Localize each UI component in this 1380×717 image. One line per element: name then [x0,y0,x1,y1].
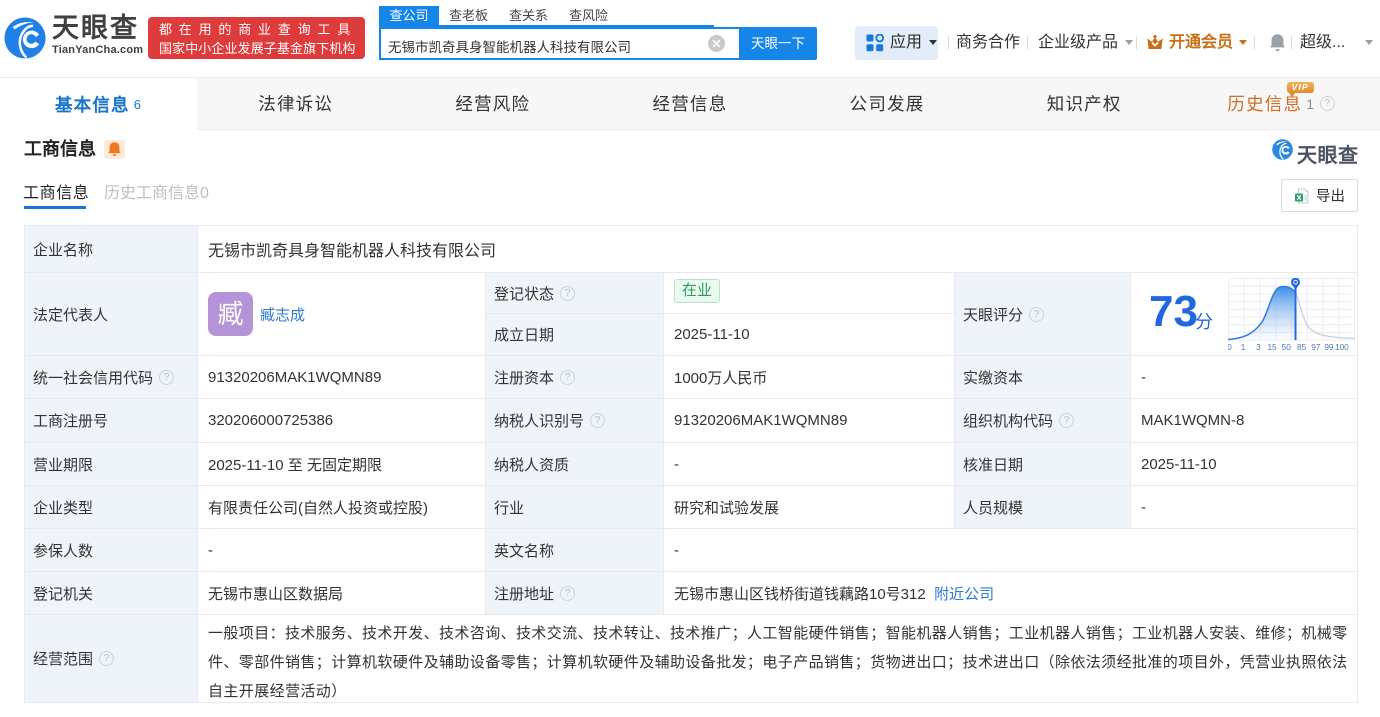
svg-text:85: 85 [1297,343,1307,352]
svg-text:0: 0 [1228,343,1232,352]
svg-text:50: 50 [1282,343,1292,352]
svg-text:3: 3 [1256,343,1261,352]
svg-text:15: 15 [1267,343,1277,352]
svg-text:97: 97 [1311,343,1321,352]
svg-text:99: 99 [1324,343,1334,352]
svg-text:100: 100 [1335,343,1349,352]
svg-text:1: 1 [1241,343,1246,352]
